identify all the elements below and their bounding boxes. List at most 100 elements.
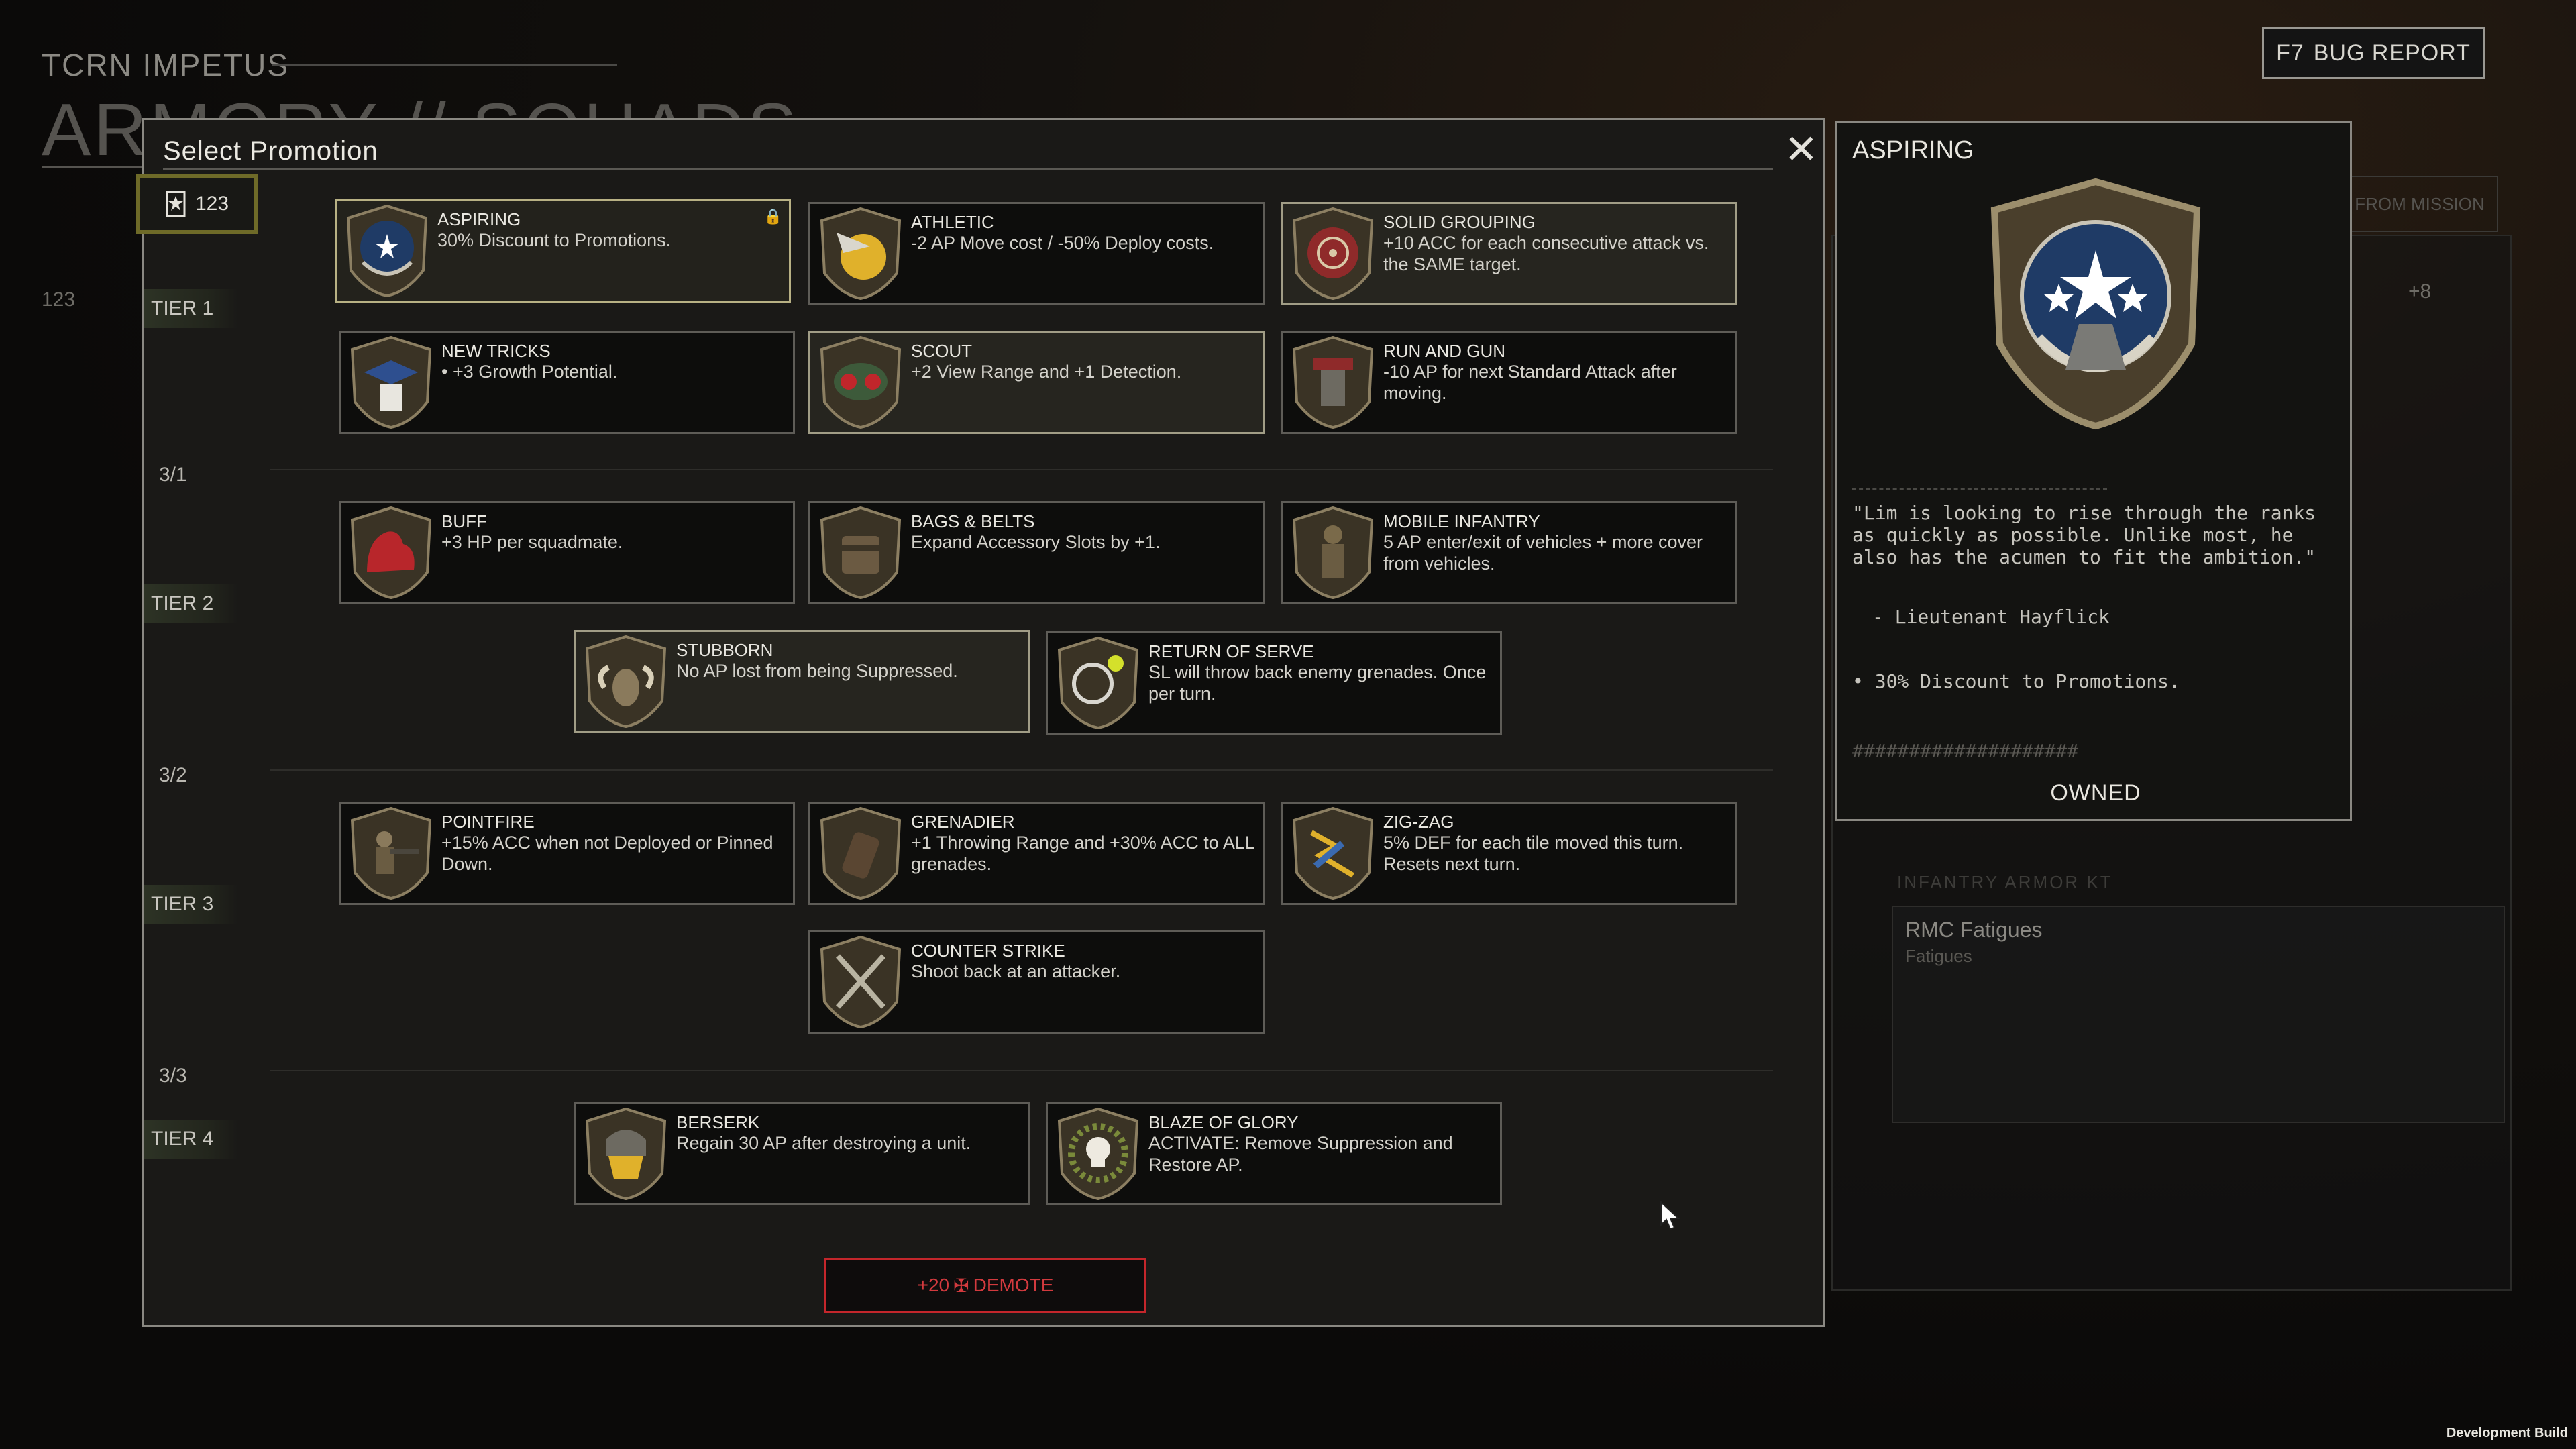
upgrade-count: +8 (2408, 280, 2432, 303)
owned-status: OWNED (2050, 780, 2141, 806)
promotion-desc: 30% Discount to Promotions. (437, 230, 672, 250)
promotion-pointfire[interactable]: POINTFIRE +15% ACC when not Deployed or P… (339, 802, 795, 905)
promotion-desc: 5% DEF for each tile moved this turn. Re… (1383, 833, 1684, 874)
promotion-name: BLAZE OF GLORY (1148, 1112, 1299, 1132)
tier-4-label: TIER 4 (144, 1120, 238, 1159)
promotion-counter-strike[interactable]: COUNTER STRIKE Shoot back at an attacker. (808, 930, 1265, 1034)
promotion-name: RUN AND GUN (1383, 341, 1506, 361)
promotion-new-tricks[interactable]: NEW TRICKS • +3 Growth Potential. (339, 331, 795, 434)
detail-effect: • 30% Discount to Promotions. (1852, 670, 2180, 692)
counter-strike-icon (810, 932, 911, 1032)
promotion-desc: -10 AP for next Standard Attack after mo… (1383, 362, 1677, 403)
buff-icon (341, 503, 441, 602)
promotion-desc: +1 Throwing Range and +30% ACC to ALL gr… (911, 833, 1254, 874)
promotion-name: SCOUT (911, 341, 972, 361)
promotion-grenadier[interactable]: GRENADIER +1 Throwing Range and +30% ACC … (808, 802, 1265, 905)
dev-build-label: Development Build (2446, 1426, 2568, 1440)
return-of-serve-icon (1048, 633, 1148, 733)
pointfire-icon (341, 804, 441, 903)
promotion-athletic[interactable]: ATHLETIC -2 AP Move cost / -50% Deploy co… (808, 202, 1265, 305)
promotion-desc: Expand Accessory Slots by +1. (911, 532, 1161, 552)
bug-report-button[interactable]: F7 BUG REPORT (2262, 27, 2485, 79)
promotion-desc: Regain 30 AP after destroying a unit. (676, 1133, 971, 1153)
detail-separator (1852, 488, 2107, 490)
tier-1-progress: 3/1 (159, 464, 187, 486)
promotion-name: RETURN OF SERVE (1148, 641, 1314, 661)
promotion-name: SOLID GROUPING (1383, 212, 1536, 232)
tab-underline (42, 166, 149, 168)
promotion-name: BUFF (441, 511, 487, 531)
rank-icon: ✠ (953, 1275, 969, 1296)
promotion-buff[interactable]: BUFF +3 HP per squadmate. (339, 501, 795, 604)
berserk-icon (576, 1104, 676, 1203)
promotion-run-and-gun[interactable]: RUN AND GUN -10 AP for next Standard Atta… (1281, 331, 1737, 434)
promotion-desc: -2 AP Move cost / -50% Deploy costs. (911, 233, 1214, 253)
bags-belts-icon (810, 503, 911, 602)
mouse-cursor-icon (1660, 1201, 1680, 1230)
bug-report-label: BUG REPORT (2313, 40, 2471, 66)
promotion-desc: • +3 Growth Potential. (441, 362, 618, 382)
tier-3-label: TIER 3 (144, 885, 238, 924)
stubborn-icon (576, 632, 676, 731)
promotion-return-of-serve[interactable]: RETURN OF SERVE SL will throw back enemy … (1046, 631, 1502, 735)
armor-type: Fatigues (1905, 946, 1972, 966)
demote-button[interactable]: +20 ✠ DEMOTE (824, 1258, 1146, 1313)
athletic-icon (810, 204, 911, 303)
promotion-name: STUBBORN (676, 640, 773, 660)
promotion-name: GRENADIER (911, 812, 1015, 832)
select-promotion-dialog: Select Promotion ✕ 123 TIER 1 3/1 TIER 2… (136, 118, 1825, 1327)
promotion-name: ASPIRING (437, 209, 521, 229)
solid-grouping-icon (1283, 204, 1383, 303)
promotion-points: 123 (136, 174, 258, 234)
scout-icon (810, 333, 911, 432)
promotion-desc: ACTIVATE: Remove Suppression and Restore… (1148, 1133, 1453, 1175)
promotion-name: ZIG-ZAG (1383, 812, 1454, 832)
background-points: 123 (42, 288, 76, 311)
detail-author: - Lieutenant Hayflick (1872, 606, 2110, 628)
promotion-name: BERSERK (676, 1112, 760, 1132)
close-icon[interactable]: ✕ (1781, 129, 1821, 170)
promotion-stubborn[interactable]: STUBBORN No AP lost from being Suppressed… (574, 630, 1030, 733)
promotion-desc: +3 HP per squadmate. (441, 532, 623, 552)
new-tricks-icon (341, 333, 441, 432)
promotion-solid-grouping[interactable]: SOLID GROUPING +10 ACC for each consecuti… (1281, 202, 1737, 305)
promotion-blaze-of-glory[interactable]: BLAZE OF GLORY ACTIVATE: Remove Suppressi… (1046, 1102, 1502, 1205)
title-divider (272, 64, 617, 66)
detail-quote: "Lim is looking to rise through the rank… (1852, 502, 2316, 568)
lock-icon: 🔒 (763, 208, 782, 225)
promotion-name: ATHLETIC (911, 212, 994, 232)
promotion-desc: SL will throw back enemy grenades. Once … (1148, 662, 1487, 704)
aspiring-icon (337, 201, 437, 301)
infantry-armor-header: INFANTRY ARMOR KT (1897, 872, 2113, 892)
from-mission-button[interactable]: FROM MISSION (2341, 176, 2498, 232)
promotion-detail-panel: ASPIRING "Lim is looking to rise through… (1835, 121, 2352, 821)
promotion-desc: +2 View Range and +1 Detection. (911, 362, 1182, 382)
promotion-name: BAGS & BELTS (911, 511, 1035, 531)
promotion-mobile-infantry[interactable]: MOBILE INFANTRY 5 AP enter/exit of vehicl… (1281, 501, 1737, 604)
zig-zag-icon (1283, 804, 1383, 903)
ship-title: TCRN IMPETUS (42, 48, 289, 83)
promotion-name: POINTFIRE (441, 812, 535, 832)
promotion-aspiring[interactable]: ASPIRING 30% Discount to Promotions. 🔒 (335, 199, 791, 303)
promotion-desc: +15% ACC when not Deployed or Pinned Dow… (441, 833, 773, 874)
grenadier-icon (810, 804, 911, 903)
promotion-bags-belts[interactable]: BAGS & BELTS Expand Accessory Slots by +1… (808, 501, 1265, 604)
armor-name: RMC Fatigues (1905, 918, 2043, 942)
title-underline (163, 168, 1773, 170)
promotion-desc: No AP lost from being Suppressed. (676, 661, 958, 681)
promotion-berserk[interactable]: BERSERK Regain 30 AP after destroying a u… (574, 1102, 1030, 1205)
dialog-title: Select Promotion (163, 136, 378, 166)
tier-3-progress: 3/3 (159, 1065, 187, 1087)
tier-1-label: TIER 1 (144, 289, 238, 328)
rank-icon (166, 191, 186, 217)
blaze-of-glory-icon (1048, 1104, 1148, 1203)
mobile-infantry-icon (1283, 503, 1383, 602)
promotion-scout[interactable]: SCOUT +2 View Range and +1 Detection. (808, 331, 1265, 434)
aspiring-badge-icon (1990, 178, 2201, 430)
demote-cost: +20 (917, 1275, 950, 1295)
promotion-zig-zag[interactable]: ZIG-ZAG 5% DEF for each tile moved this t… (1281, 802, 1737, 905)
detail-divider-text: #################### (1852, 740, 2079, 762)
run-and-gun-icon (1283, 333, 1383, 432)
detail-title: ASPIRING (1852, 136, 1974, 164)
promotion-desc: +10 ACC for each consecutive attack vs. … (1383, 233, 1709, 274)
